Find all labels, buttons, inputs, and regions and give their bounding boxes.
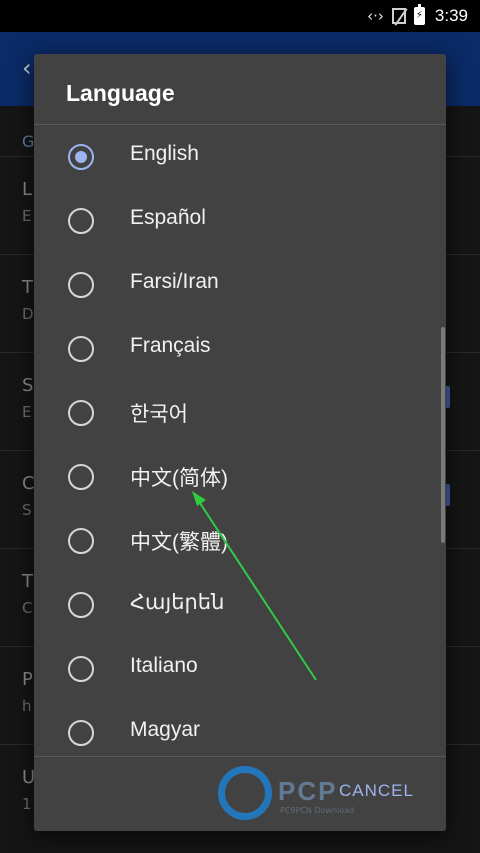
language-option-chinese-simplified[interactable]: 中文(简体) [34,445,446,509]
settings-item-subtitle: E [22,207,32,225]
radio-unchecked-icon[interactable] [68,272,94,298]
watermark-text: PCP [278,776,338,806]
language-options-list[interactable]: English Español Farsi/Iran Français 한국어 … [34,125,446,756]
settings-item-title: L [22,179,33,200]
status-time: 3:39 [434,6,468,25]
radio-unchecked-icon[interactable] [68,464,94,490]
radio-unchecked-icon[interactable] [68,656,94,682]
language-option-label: 한국어 [130,403,188,426]
settings-item-subtitle: C [22,599,33,617]
no-sim-icon [391,8,406,24]
battery-charging-icon: ⚡ [413,4,425,25]
settings-item-subtitle: S [22,501,32,519]
status-bar: ‹·› ⚡ 3:39 [0,0,480,32]
language-option-label: Español [130,206,206,229]
settings-item-title: C [22,473,35,494]
settings-item-title: T [22,277,33,298]
language-option-label: Farsi/Iran [130,270,219,293]
language-option-italiano[interactable]: Italiano [34,637,446,701]
language-option-label: Հայերեն [130,591,225,614]
settings-item-subtitle: D [22,305,34,323]
language-option-espanol[interactable]: Español [34,189,446,253]
dialog-title: Language [66,80,175,106]
language-option-label: 中文(繁體) [130,531,228,554]
radio-unchecked-icon[interactable] [68,400,94,426]
language-option-armenian[interactable]: Հայերեն [34,573,446,637]
section-header: G [22,132,35,151]
radio-unchecked-icon[interactable] [68,208,94,234]
language-option-chinese-traditional[interactable]: 中文(繁體) [34,509,446,573]
language-option-farsi[interactable]: Farsi/Iran [34,253,446,317]
language-option-label: Français [130,334,211,357]
settings-item-subtitle: h [22,697,32,715]
settings-item-subtitle: 1 [22,795,32,813]
watermark-logo-icon [218,766,272,820]
language-option-label: English [130,142,199,165]
watermark-subtext: PC9PCN Download [280,806,355,815]
language-dialog: Language English Español Farsi/Iran Fran… [34,54,446,831]
radio-unchecked-icon[interactable] [68,592,94,618]
radio-unchecked-icon[interactable] [68,336,94,362]
settings-item-subtitle: E [22,403,32,421]
language-option-label: Italiano [130,654,198,677]
language-option-korean[interactable]: 한국어 [34,381,446,445]
divider [34,756,446,757]
language-option-label: 中文(简体) [130,467,228,490]
radio-unchecked-icon[interactable] [68,528,94,554]
data-sync-icon: ‹·› [367,7,384,25]
language-option-label: Magyar [130,718,201,741]
settings-item-title: S [22,375,34,396]
language-option-english[interactable]: English [34,125,446,189]
language-option-francais[interactable]: Français [34,317,446,381]
settings-item-title: P [22,669,33,690]
scrollbar-thumb[interactable] [441,327,445,543]
radio-checked-icon[interactable] [68,144,94,170]
watermark: PCP PC9PCN Download [218,766,468,828]
language-option-magyar[interactable]: Magyar [34,701,446,756]
radio-unchecked-icon[interactable] [68,720,94,746]
back-arrow-icon[interactable]: ‹ [22,54,32,82]
settings-item-title: T [22,571,33,592]
